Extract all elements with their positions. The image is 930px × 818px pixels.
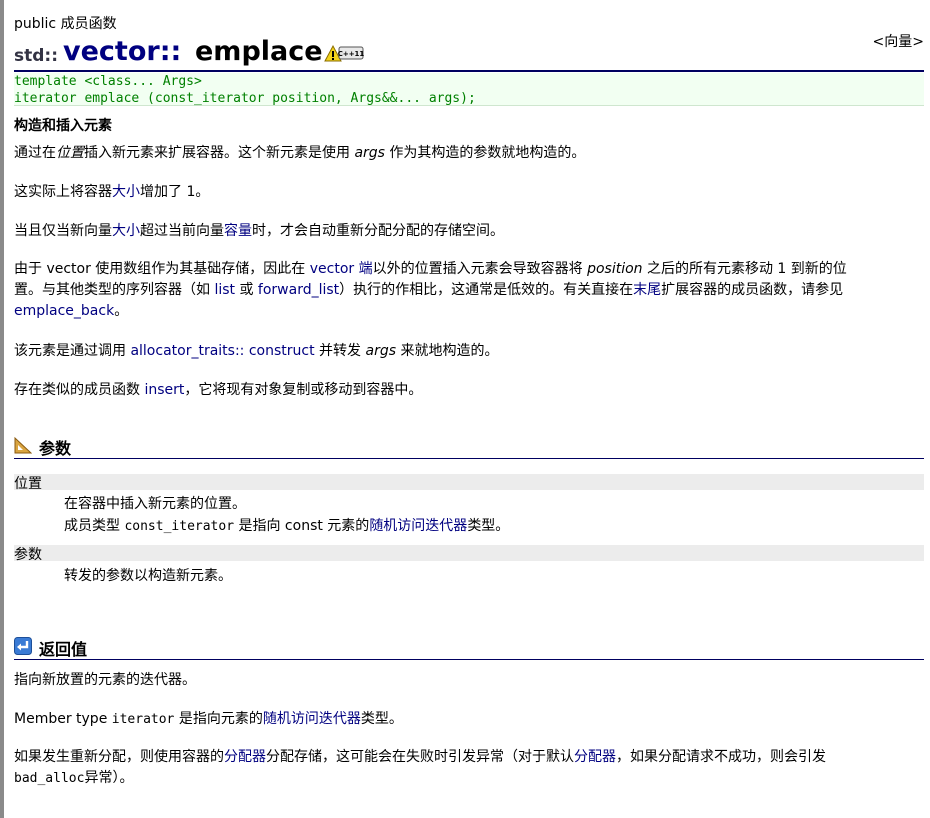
text: 扩展容器的成员函数，请参见 [661, 282, 844, 298]
text: position [587, 261, 643, 277]
text: 之后的所有元素移动 1 到新的位 [642, 261, 847, 277]
param-position-desc-2: 成员类型 const_iterator 是指向 const 元素的随机访问迭代器… [64, 515, 509, 535]
text: 置。与其他类型的序列容器（如 [14, 282, 215, 298]
param-position-desc-1: 在容器中插入新元素的位置。 [64, 496, 246, 512]
description-heading: 构造和插入元素 [14, 118, 112, 134]
text: const_iterator [124, 519, 235, 534]
namespace-label: std:: [14, 46, 59, 66]
random-access-iterator-link[interactable]: 随机访问迭代器 [369, 518, 467, 534]
function-prototype: template <class... Args> iterator emplac… [14, 73, 924, 106]
parameters-section-heading: 参数 [14, 434, 924, 459]
text: 增加了 1。 [140, 184, 210, 200]
text: args [354, 145, 385, 161]
text: 超过当前向量 [140, 223, 224, 239]
prototype-template-line: template <class... Args> [14, 74, 202, 89]
description-paragraph-4: 由于 vector 使用数组作为其基础存储，因此在 vector 端以外的位置插… [14, 259, 924, 322]
end-link[interactable]: 末尾 [633, 282, 661, 298]
description-paragraph-6: 存在类似的成员函数 insert，它将现有对象复制或移动到容器中。 [14, 379, 924, 399]
text: 类型。 [360, 711, 403, 727]
text: iterator [111, 712, 175, 727]
text: 位置 [14, 476, 42, 492]
return-value-paragraph-2: Member type iterator 是指向元素的随机访问迭代器类型。 [14, 708, 924, 728]
prototype-signature-line: iterator emplace (const_iterator positio… [14, 91, 476, 106]
list-link[interactable]: list [214, 282, 235, 298]
return-arrow-icon [14, 637, 32, 655]
forward-list-link[interactable]: forward_list [258, 282, 339, 298]
param-args-desc: 转发的参数以构造新元素。 [64, 568, 232, 584]
text: 。 [114, 303, 129, 319]
size-link[interactable]: 大小 [112, 223, 140, 239]
page-title: std:: vector:: emplace C++11 [14, 36, 924, 72]
text: 类型。 [467, 518, 510, 534]
random-access-iterator-link[interactable]: 随机访问迭代器 [263, 711, 361, 727]
text: 以外的位置插入元素会导致容器将 [372, 261, 588, 277]
function-name: emplace [195, 36, 323, 67]
allocator-link[interactable]: 分配器 [574, 749, 616, 765]
text: 成员类型 [64, 518, 125, 534]
text: 是指向 const 元素的 [234, 518, 370, 534]
insert-link[interactable]: insert [144, 382, 184, 398]
emplace-back-link[interactable]: emplace_back [14, 303, 114, 319]
capacity-link[interactable]: 容量 [224, 223, 252, 239]
text: 作为其构造的参数就地构造的。 [384, 145, 586, 161]
text: 插入新元素来扩展容器。这个新元素是使用 [84, 145, 355, 161]
description-paragraph-1: 通过在位置插入新元素来扩展容器。这个新元素是使用 args 作为其构造的参数就地… [14, 142, 924, 162]
text: 位置 [56, 145, 84, 161]
text: 时，才会自动重新分配分配的存储空间。 [252, 223, 504, 239]
description-paragraph-5: 该元素是通过调用 allocator_traits:: construct 并转… [14, 340, 924, 360]
description-paragraph-2: 这实际上将容器大小增加了 1。 [14, 181, 924, 201]
param-name-args: 参数 [14, 545, 924, 563]
text: 通过在 [14, 145, 56, 161]
allocator-link[interactable]: 分配器 [224, 749, 266, 765]
vector-end-link[interactable]: vector 端 [310, 261, 373, 277]
return-value-paragraph-1: 指向新放置的元素的迭代器。 [14, 672, 196, 688]
text: Member type [14, 711, 112, 727]
text: ）执行的作相比，这通常是低效的。有关直接在 [339, 282, 634, 298]
text: 参数 [39, 439, 72, 458]
class-name-link[interactable]: vector:: [63, 36, 181, 67]
set-square-icon [14, 436, 32, 454]
member-kind-label: public 成员函数 [14, 16, 117, 32]
text: 并转发 [314, 343, 366, 359]
left-frame-border [0, 0, 4, 818]
text: 这实际上将容器 [14, 184, 112, 200]
return-value-paragraph-3: 如果发生重新分配，则使用容器的分配器分配存储，这可能会在失败时引发异常（对于默认… [14, 747, 924, 789]
return-value-section-heading: 返回值 [14, 635, 924, 660]
text: 返回值 [39, 640, 88, 659]
text: args [365, 343, 397, 359]
text: 如果发生重新分配，则使用容器的 [14, 749, 224, 765]
text: ，如果分配请求不成功，则会引发 [616, 749, 826, 765]
text: 该元素是通过调用 [14, 343, 131, 359]
text: bad_alloc [14, 771, 85, 786]
text: 是指向元素的 [174, 711, 263, 727]
size-link[interactable]: 大小 [112, 184, 140, 200]
text: 或 [235, 282, 258, 298]
description-paragraph-3: 当且仅当新向量大小超过当前向量容量时，才会自动重新分配分配的存储空间。 [14, 220, 924, 240]
text: 异常）。 [84, 770, 134, 786]
text: ，它将现有对象复制或移动到容器中。 [184, 382, 423, 398]
param-name-position: 位置 [14, 474, 924, 492]
text: 分配存储，这可能会在失败时引发异常（对于默认 [266, 749, 574, 765]
text: 存在类似的成员函数 [14, 382, 145, 398]
svg-text:C++11: C++11 [338, 50, 364, 58]
text: 当且仅当新向量 [14, 223, 112, 239]
text: 参数 [14, 547, 42, 563]
allocator-traits-construct-link[interactable]: allocator_traits:: construct [130, 343, 314, 359]
text: 由于 vector 使用数组作为其基础存储，因此在 [14, 261, 310, 277]
text: 来就地构造的。 [396, 343, 499, 359]
cpp11-badge-icon: C++11 [324, 44, 364, 62]
